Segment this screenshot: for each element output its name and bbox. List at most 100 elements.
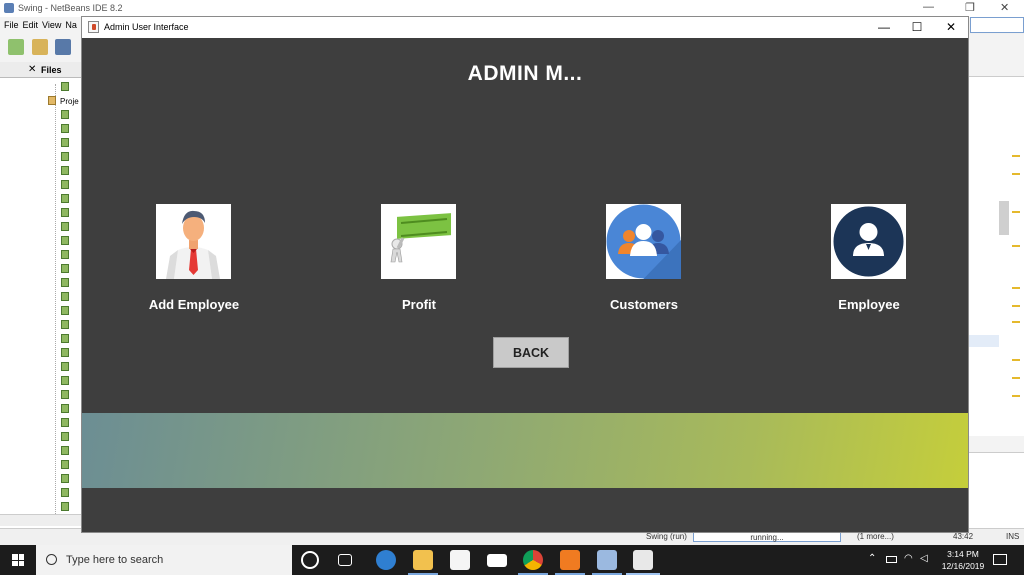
chevron-up-icon[interactable]: ⌃ bbox=[868, 553, 876, 564]
open-project-icon[interactable] bbox=[55, 39, 71, 55]
employee-user-icon[interactable] bbox=[831, 204, 906, 279]
customers-label[interactable]: Customers bbox=[554, 297, 734, 312]
tree-file-icon[interactable] bbox=[61, 82, 69, 91]
tree-file-icon[interactable] bbox=[61, 264, 69, 273]
new-file-icon[interactable] bbox=[8, 39, 24, 55]
editor-scrollbar-thumb[interactable] bbox=[999, 201, 1009, 235]
tree-file-icon[interactable] bbox=[61, 306, 69, 315]
tree-file-icon[interactable] bbox=[61, 236, 69, 245]
profit-option[interactable]: Profit bbox=[329, 204, 509, 324]
tree-file-icon[interactable] bbox=[61, 250, 69, 259]
ide-titlebar: Swing - NetBeans IDE 8.2 — ❐ ✕ bbox=[0, 0, 1024, 17]
tree-file-icon[interactable] bbox=[61, 390, 69, 399]
employee-label[interactable]: Employee bbox=[779, 297, 959, 312]
tree-file-icon[interactable] bbox=[61, 292, 69, 301]
warning-marker[interactable] bbox=[1012, 211, 1020, 213]
search-icon bbox=[46, 554, 57, 565]
tree-file-icon[interactable] bbox=[61, 502, 69, 511]
task-view-icon[interactable] bbox=[338, 554, 352, 566]
tree-file-icon[interactable] bbox=[61, 124, 69, 133]
tree-file-icon[interactable] bbox=[61, 446, 69, 455]
wifi-icon[interactable]: ◠ bbox=[904, 553, 913, 564]
tree-projects-node[interactable]: Proje bbox=[60, 97, 79, 106]
employee-avatar-icon[interactable] bbox=[156, 204, 231, 279]
warning-marker[interactable] bbox=[1012, 173, 1020, 175]
close-button[interactable]: ✕ bbox=[934, 17, 968, 38]
status-task: Swing (run) bbox=[646, 532, 687, 541]
tree-file-icon[interactable] bbox=[61, 180, 69, 189]
ide-restore-icon[interactable]: ❐ bbox=[965, 1, 975, 14]
file-explorer-icon[interactable] bbox=[413, 550, 433, 570]
tree-file-icon[interactable] bbox=[61, 348, 69, 357]
warning-marker[interactable] bbox=[1012, 395, 1020, 397]
warning-marker[interactable] bbox=[1012, 377, 1020, 379]
profit-icon[interactable] bbox=[381, 204, 456, 279]
edge-icon[interactable] bbox=[376, 550, 396, 570]
warning-marker[interactable] bbox=[1012, 155, 1020, 157]
xampp-icon[interactable] bbox=[560, 550, 580, 570]
close-icon[interactable]: ✕ bbox=[28, 64, 36, 75]
warning-marker[interactable] bbox=[1012, 359, 1020, 361]
volume-icon[interactable]: ◁ bbox=[920, 553, 928, 564]
minimize-button[interactable]: — bbox=[867, 17, 901, 38]
clock[interactable]: 3:14 PM 12/16/2019 bbox=[937, 548, 989, 572]
tree-file-icon[interactable] bbox=[61, 362, 69, 371]
ide-close-icon[interactable]: ✕ bbox=[1000, 1, 1009, 14]
java-icon[interactable] bbox=[633, 550, 653, 570]
customers-option[interactable]: Customers bbox=[554, 204, 734, 324]
warning-marker[interactable] bbox=[1012, 245, 1020, 247]
tree-file-icon[interactable] bbox=[61, 138, 69, 147]
tab-files[interactable]: Files bbox=[41, 65, 62, 75]
battery-icon[interactable] bbox=[886, 556, 897, 563]
tree-file-icon[interactable] bbox=[61, 320, 69, 329]
search-placeholder: Type here to search bbox=[66, 554, 164, 566]
employee-option[interactable]: Employee bbox=[779, 204, 959, 324]
add-employee-label[interactable]: Add Employee bbox=[104, 297, 284, 312]
notification-icon[interactable] bbox=[993, 554, 1007, 565]
taskbar-search-box[interactable]: Type here to search bbox=[36, 545, 292, 575]
tree-file-icon[interactable] bbox=[61, 278, 69, 287]
back-button[interactable]: BACK bbox=[493, 337, 569, 368]
tree-file-icon[interactable] bbox=[61, 460, 69, 469]
clock-date: 12/16/2019 bbox=[941, 561, 985, 571]
customers-icon[interactable] bbox=[606, 204, 681, 279]
tree-file-icon[interactable] bbox=[61, 404, 69, 413]
status-more-tasks[interactable]: (1 more...) bbox=[857, 532, 894, 541]
menu-view[interactable]: View bbox=[42, 20, 61, 30]
start-button[interactable] bbox=[0, 545, 36, 575]
ide-search-input[interactable] bbox=[970, 17, 1024, 33]
selected-line bbox=[969, 335, 999, 347]
menu-file[interactable]: File bbox=[4, 20, 19, 30]
tree-file-icon[interactable] bbox=[61, 376, 69, 385]
warning-marker[interactable] bbox=[1012, 305, 1020, 307]
tree-file-icon[interactable] bbox=[61, 110, 69, 119]
tree-file-icon[interactable] bbox=[61, 432, 69, 441]
folder-icon[interactable] bbox=[48, 96, 56, 105]
files-tab-bar: ✕ Files bbox=[0, 62, 81, 78]
tree-file-icon[interactable] bbox=[61, 488, 69, 497]
add-employee-option[interactable]: Add Employee bbox=[104, 204, 284, 324]
ide-menubar: File Edit View Na bbox=[0, 17, 90, 34]
tree-file-icon[interactable] bbox=[61, 208, 69, 217]
menu-navigate[interactable]: Na bbox=[65, 20, 77, 30]
maximize-button[interactable]: ☐ bbox=[900, 17, 934, 38]
cortana-icon[interactable] bbox=[301, 551, 319, 569]
horizontal-scrollbar[interactable] bbox=[0, 514, 82, 526]
tree-file-icon[interactable] bbox=[61, 222, 69, 231]
virtualbox-icon[interactable] bbox=[597, 550, 617, 570]
ide-minimize-icon[interactable]: — bbox=[923, 1, 934, 13]
tree-file-icon[interactable] bbox=[61, 166, 69, 175]
chrome-icon[interactable] bbox=[523, 550, 543, 570]
tree-file-icon[interactable] bbox=[61, 334, 69, 343]
new-project-icon[interactable] bbox=[32, 39, 48, 55]
mail-icon[interactable] bbox=[487, 554, 507, 567]
warning-marker[interactable] bbox=[1012, 321, 1020, 323]
tree-file-icon[interactable] bbox=[61, 418, 69, 427]
profit-label[interactable]: Profit bbox=[329, 297, 509, 312]
tree-file-icon[interactable] bbox=[61, 152, 69, 161]
warning-marker[interactable] bbox=[1012, 287, 1020, 289]
menu-edit[interactable]: Edit bbox=[23, 20, 39, 30]
store-icon[interactable] bbox=[450, 550, 470, 570]
tree-file-icon[interactable] bbox=[61, 474, 69, 483]
tree-file-icon[interactable] bbox=[61, 194, 69, 203]
